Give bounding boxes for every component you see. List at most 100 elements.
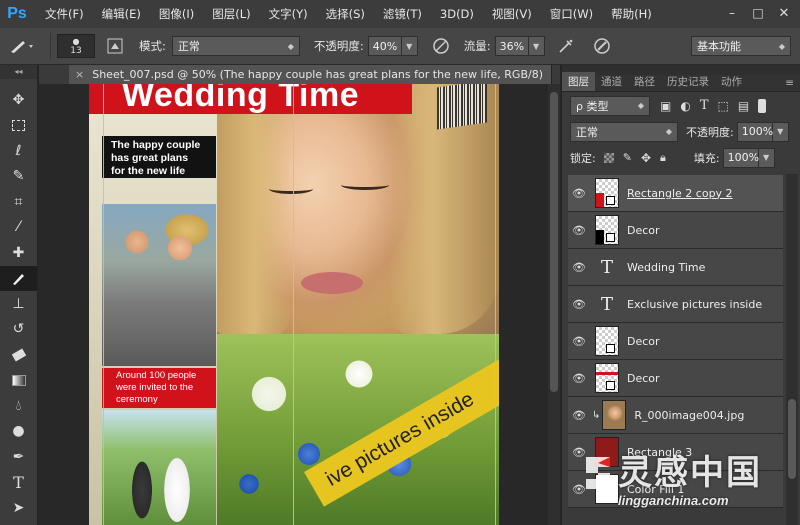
eye-left (269, 184, 313, 194)
vector-mask-icon (606, 344, 615, 353)
move-tool-icon[interactable]: ✥ (0, 87, 37, 113)
tab-channels[interactable]: 通道 (595, 72, 628, 91)
filter-type-icon[interactable]: T (700, 98, 709, 113)
chevron-down-icon: ◆ (665, 127, 672, 136)
history-brush-tool-icon[interactable]: ↺ (0, 317, 37, 343)
gradient-tool-icon[interactable] (0, 368, 37, 394)
tab-actions[interactable]: 动作 (715, 72, 748, 91)
collapse-arrows-icon[interactable]: ◂◂ (0, 65, 37, 79)
maximize-button[interactable]: □ (746, 3, 770, 23)
visibility-eye-icon[interactable]: 👁︎ (568, 372, 590, 385)
eyedropper-tool-icon[interactable]: ⁄ (0, 215, 37, 241)
menu-help[interactable]: 帮助(H) (602, 6, 661, 22)
layer-row[interactable]: 👁︎ ↳ R_000image004.jpg (568, 397, 783, 434)
layer-opacity-dropdown-icon[interactable]: ▼ (772, 121, 789, 142)
visibility-eye-icon[interactable]: 👁︎ (568, 224, 590, 237)
dodge-tool-icon[interactable]: ● (0, 419, 37, 445)
bride-eyes (269, 184, 389, 200)
banner-title: Wedding Time (122, 84, 360, 114)
eraser-tool-icon[interactable] (0, 342, 37, 368)
panel-menu-icon[interactable]: ≡ (779, 75, 800, 91)
lock-all-icon[interactable]: 🔒︎ (660, 151, 666, 165)
menu-window[interactable]: 窗口(W) (541, 6, 602, 22)
visibility-eye-icon[interactable]: 👁︎ (568, 483, 590, 496)
layer-row[interactable]: 👁︎ T Exclusive pictures inside (568, 286, 783, 323)
blur-tool-icon[interactable]: 💧︎ (0, 393, 37, 419)
clone-stamp-tool-icon[interactable]: ⊥ (0, 291, 37, 317)
lasso-tool-icon[interactable]: ℓ (0, 138, 37, 164)
visibility-eye-icon[interactable]: 👁︎ (568, 298, 590, 311)
menu-file[interactable]: 文件(F) (36, 6, 93, 22)
flow-field[interactable]: 36% (494, 36, 529, 56)
marquee-tool-icon[interactable] (0, 113, 37, 139)
filter-adjustment-icon[interactable]: ◐ (680, 99, 690, 113)
visibility-eye-icon[interactable]: 👁︎ (568, 446, 590, 459)
quick-select-tool-icon[interactable]: ✎ (0, 164, 37, 190)
brush-size-picker[interactable]: ● 13 (57, 34, 95, 58)
canvas[interactable]: Wedding Time The happy couple has great … (89, 84, 499, 525)
tab-layers[interactable]: 图层 (562, 72, 595, 91)
visibility-eye-icon[interactable]: 👁︎ (568, 335, 590, 348)
layer-row[interactable]: 👁︎ Rectangle 3 (568, 434, 783, 471)
pressure-size-icon[interactable] (587, 34, 617, 58)
scrollbar-thumb[interactable] (550, 92, 558, 392)
lock-transparent-icon[interactable] (603, 152, 614, 163)
visibility-eye-icon[interactable]: 👁︎ (568, 409, 590, 422)
menu-type[interactable]: 文字(Y) (260, 6, 317, 22)
layer-filter-dropdown[interactable]: ρ 类型 ◆ (570, 95, 650, 116)
type-tool-icon[interactable]: T (0, 470, 37, 496)
airbrush-icon[interactable] (551, 34, 581, 58)
menu-view[interactable]: 视图(V) (483, 6, 541, 22)
filter-pixel-icon[interactable]: ▣ (660, 99, 671, 113)
path-select-tool-icon[interactable]: ➤ (0, 495, 37, 521)
layer-name: R_000image004.jpg (634, 408, 745, 422)
layer-row[interactable]: 👁︎ T Wedding Time (568, 249, 783, 286)
layer-row[interactable]: 👁︎ Decor (568, 360, 783, 397)
minimize-button[interactable]: – (720, 3, 744, 23)
pressure-opacity-icon[interactable] (426, 34, 456, 58)
crop-tool-icon[interactable]: ⌗ (0, 189, 37, 215)
lock-position-icon[interactable]: ✥ (641, 151, 651, 165)
workspace-dropdown[interactable]: 基本功能 ◆ (691, 36, 791, 56)
visibility-eye-icon[interactable]: 👁︎ (568, 187, 590, 200)
healing-brush-tool-icon[interactable]: ✚ (0, 240, 37, 266)
mode-dropdown[interactable]: 正常 ◆ (171, 36, 300, 56)
brush-panel-toggle-icon[interactable] (101, 34, 129, 58)
menu-select[interactable]: 选择(S) (317, 6, 374, 22)
document-tab-title: Sheet_007.psd @ 50% (The happy couple ha… (92, 68, 543, 81)
opacity-dropdown-icon[interactable]: ▼ (401, 36, 418, 56)
window-controls: – □ ✕ (718, 3, 796, 23)
tab-history[interactable]: 历史记录 (661, 72, 715, 91)
filter-shape-icon[interactable]: ⬚ (718, 99, 729, 113)
layers-panel: 图层 通道 路径 历史记录 动作 ≡ ρ 类型 ◆ ▣ ◐ T ⬚ ▤ 正常 ◆… (561, 65, 800, 525)
fill-dropdown-icon[interactable]: ▼ (758, 147, 775, 168)
layer-row[interactable]: 👁︎ Decor (568, 323, 783, 360)
menu-layer[interactable]: 图层(L) (203, 6, 259, 22)
tab-paths[interactable]: 路径 (628, 72, 661, 91)
menu-3d[interactable]: 3D(D) (431, 7, 483, 21)
layer-opacity-field[interactable]: 100% (736, 121, 773, 142)
filter-smart-object-icon[interactable]: ▤ (738, 99, 749, 113)
fill-field[interactable]: 100% (722, 147, 759, 168)
brush-preset-icon[interactable] (0, 34, 44, 58)
menu-image[interactable]: 图像(I) (150, 6, 203, 22)
visibility-eye-icon[interactable]: 👁︎ (568, 261, 590, 274)
lock-pixels-icon[interactable]: ✎ (623, 151, 632, 164)
close-window-button[interactable]: ✕ (772, 3, 796, 23)
menu-filter[interactable]: 滤镜(T) (374, 6, 431, 22)
document-vertical-scrollbar[interactable] (548, 84, 560, 525)
blend-mode-dropdown[interactable]: 正常 ◆ (570, 121, 678, 142)
layers-scrollbar[interactable] (786, 174, 798, 525)
brush-tool-icon[interactable] (0, 265, 37, 291)
filter-toggle-icon[interactable] (758, 98, 767, 113)
layer-row[interactable]: 👁︎ Rectangle 2 copy 2 (568, 175, 783, 212)
close-tab-icon[interactable]: × (75, 68, 84, 81)
flow-dropdown-icon[interactable]: ▼ (528, 36, 545, 56)
menu-edit[interactable]: 编辑(E) (93, 6, 150, 22)
document-tab[interactable]: × Sheet_007.psd @ 50% (The happy couple … (69, 65, 552, 84)
opacity-field[interactable]: 40% (367, 36, 402, 56)
scrollbar-thumb[interactable] (788, 399, 796, 479)
layer-row[interactable]: 👁︎ Decor (568, 212, 783, 249)
pen-tool-icon[interactable]: ✒ (0, 444, 37, 470)
layer-row[interactable]: 👁︎ Color Fill 1 (568, 471, 783, 508)
